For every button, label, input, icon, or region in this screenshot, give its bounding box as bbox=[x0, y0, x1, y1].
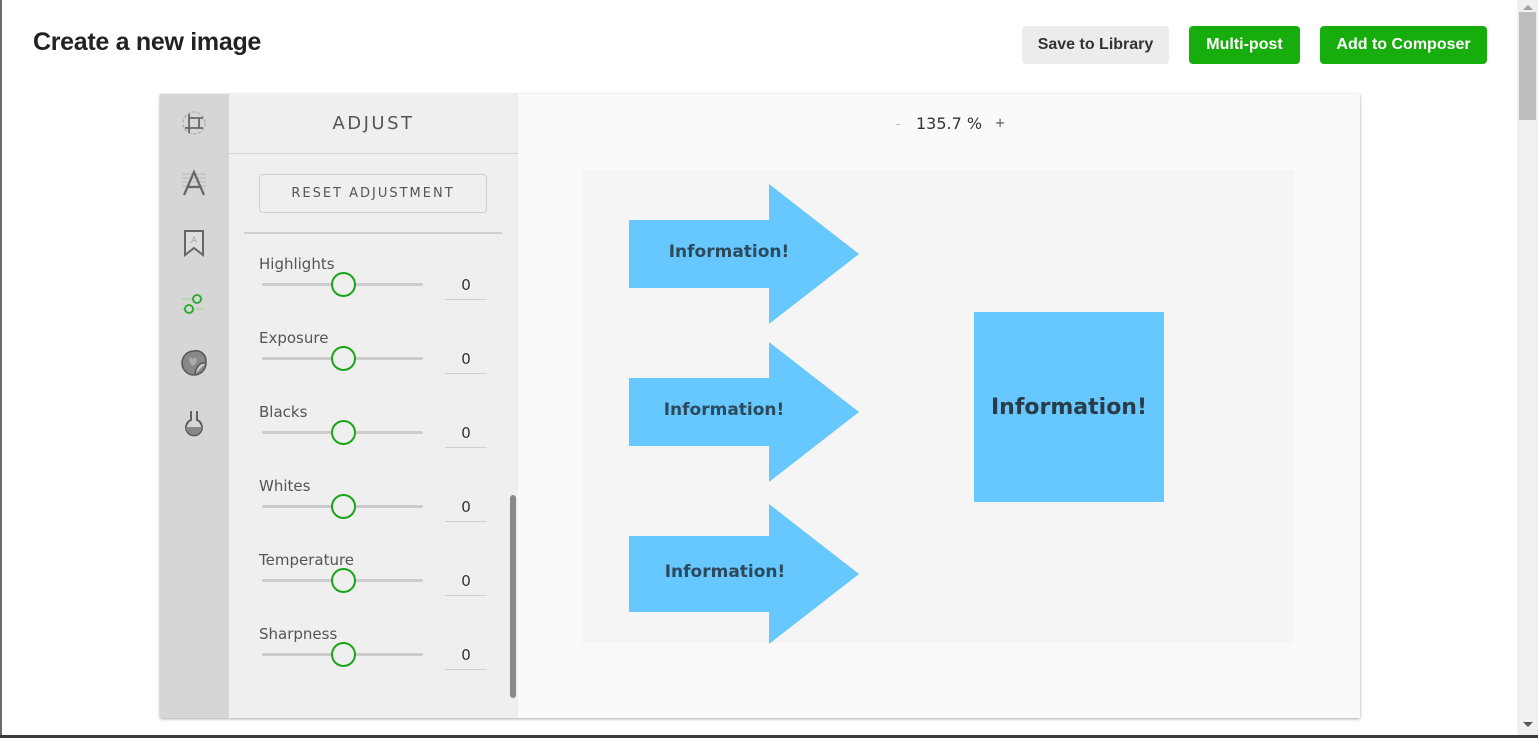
slider-knob[interactable] bbox=[330, 420, 356, 445]
slider-label: Whites bbox=[259, 477, 311, 495]
scroll-up-arrow-icon[interactable] bbox=[1523, 5, 1533, 10]
slider-knob[interactable] bbox=[330, 494, 356, 519]
slider-whites: Whites bbox=[229, 477, 518, 551]
adjust-sliders-icon bbox=[182, 294, 204, 314]
tool-overlay[interactable] bbox=[177, 346, 211, 380]
slider-label: Blacks bbox=[259, 403, 308, 421]
tool-stickers[interactable]: A bbox=[177, 226, 211, 260]
slider-sharpness: Sharpness bbox=[229, 625, 518, 699]
tool-crop[interactable] bbox=[177, 106, 211, 140]
bookmark-icon: A bbox=[184, 230, 204, 257]
image-canvas[interactable]: Information! Information! Information! I… bbox=[582, 170, 1294, 644]
editor-toolbar: A bbox=[160, 94, 229, 718]
info-box-text: Information! bbox=[990, 394, 1148, 420]
adjust-panel: ADJUST RESET ADJUSTMENT Highlights Expos… bbox=[229, 94, 518, 718]
slider-track[interactable] bbox=[262, 420, 423, 445]
tool-text[interactable] bbox=[177, 166, 211, 200]
zoom-level: 135.7 % bbox=[916, 114, 983, 133]
svg-text:A: A bbox=[191, 236, 198, 246]
slider-label: Highlights bbox=[259, 255, 335, 273]
image-editor: A ADJUST RESET ADJUSTMENT Highlights 0 E… bbox=[160, 94, 1360, 718]
slider-track[interactable] bbox=[262, 642, 423, 667]
tool-adjust[interactable] bbox=[177, 286, 211, 320]
slider-track[interactable] bbox=[262, 272, 423, 297]
slider-highlights: Highlights bbox=[229, 255, 518, 329]
slider-exposure: Exposure bbox=[229, 329, 518, 403]
page-scrollbar[interactable] bbox=[1517, 0, 1538, 735]
zoom-out-button[interactable]: - bbox=[890, 117, 906, 131]
add-to-composer-button[interactable]: Add to Composer bbox=[1320, 26, 1487, 64]
page-scrollbar-thumb[interactable] bbox=[1519, 12, 1536, 120]
page-title: Create a new image bbox=[33, 28, 262, 56]
slider-track[interactable] bbox=[262, 346, 423, 371]
arrow-shape[interactable]: Information! bbox=[629, 342, 859, 482]
slider-knob[interactable] bbox=[330, 272, 356, 297]
canvas-area: - 135.7 % + Information! Information! In… bbox=[518, 94, 1360, 718]
slider-knob[interactable] bbox=[330, 642, 356, 667]
arrow-text: Information! bbox=[664, 562, 786, 582]
scroll-down-arrow-icon[interactable] bbox=[1523, 722, 1533, 727]
panel-title: ADJUST bbox=[229, 94, 518, 154]
info-box-shape[interactable]: Information! bbox=[974, 312, 1164, 502]
slider-temperature: Temperature bbox=[229, 551, 518, 625]
save-to-library-button[interactable]: Save to Library bbox=[1022, 26, 1169, 64]
slider-track[interactable] bbox=[262, 568, 423, 593]
slider-label: Temperature bbox=[259, 551, 355, 569]
arrow-text: Information! bbox=[668, 242, 790, 262]
slider-blacks: Blacks bbox=[229, 403, 518, 477]
sticker-heart-icon bbox=[181, 350, 207, 376]
multi-post-button[interactable]: Multi-post bbox=[1189, 26, 1300, 64]
text-icon bbox=[182, 169, 206, 196]
slider-value-input[interactable] bbox=[445, 492, 487, 522]
slider-knob[interactable] bbox=[330, 346, 356, 371]
panel-scrollbar-thumb[interactable] bbox=[510, 495, 516, 698]
slider-value-input[interactable] bbox=[445, 344, 487, 374]
slider-value-input[interactable] bbox=[445, 566, 487, 596]
slider-value-input[interactable] bbox=[445, 418, 487, 448]
arrow-shape[interactable]: Information! bbox=[629, 504, 859, 644]
arrow-text: Information! bbox=[663, 400, 785, 420]
zoom-in-button[interactable]: + bbox=[994, 116, 1006, 131]
tool-filters[interactable] bbox=[177, 406, 211, 440]
zoom-control: - 135.7 % + bbox=[890, 114, 1006, 133]
slider-value-input[interactable] bbox=[445, 270, 487, 300]
arrow-shape[interactable]: Information! bbox=[629, 184, 859, 324]
flask-icon bbox=[185, 411, 203, 437]
slider-knob[interactable] bbox=[330, 568, 356, 593]
crop-icon bbox=[182, 111, 206, 135]
window-left-edge bbox=[0, 0, 2, 738]
panel-divider bbox=[244, 232, 502, 234]
slider-label: Exposure bbox=[259, 329, 329, 347]
reset-adjustment-button[interactable]: RESET ADJUSTMENT bbox=[259, 174, 487, 213]
slider-label: Sharpness bbox=[259, 625, 338, 643]
slider-value-input[interactable] bbox=[445, 640, 487, 670]
slider-track[interactable] bbox=[262, 494, 423, 519]
